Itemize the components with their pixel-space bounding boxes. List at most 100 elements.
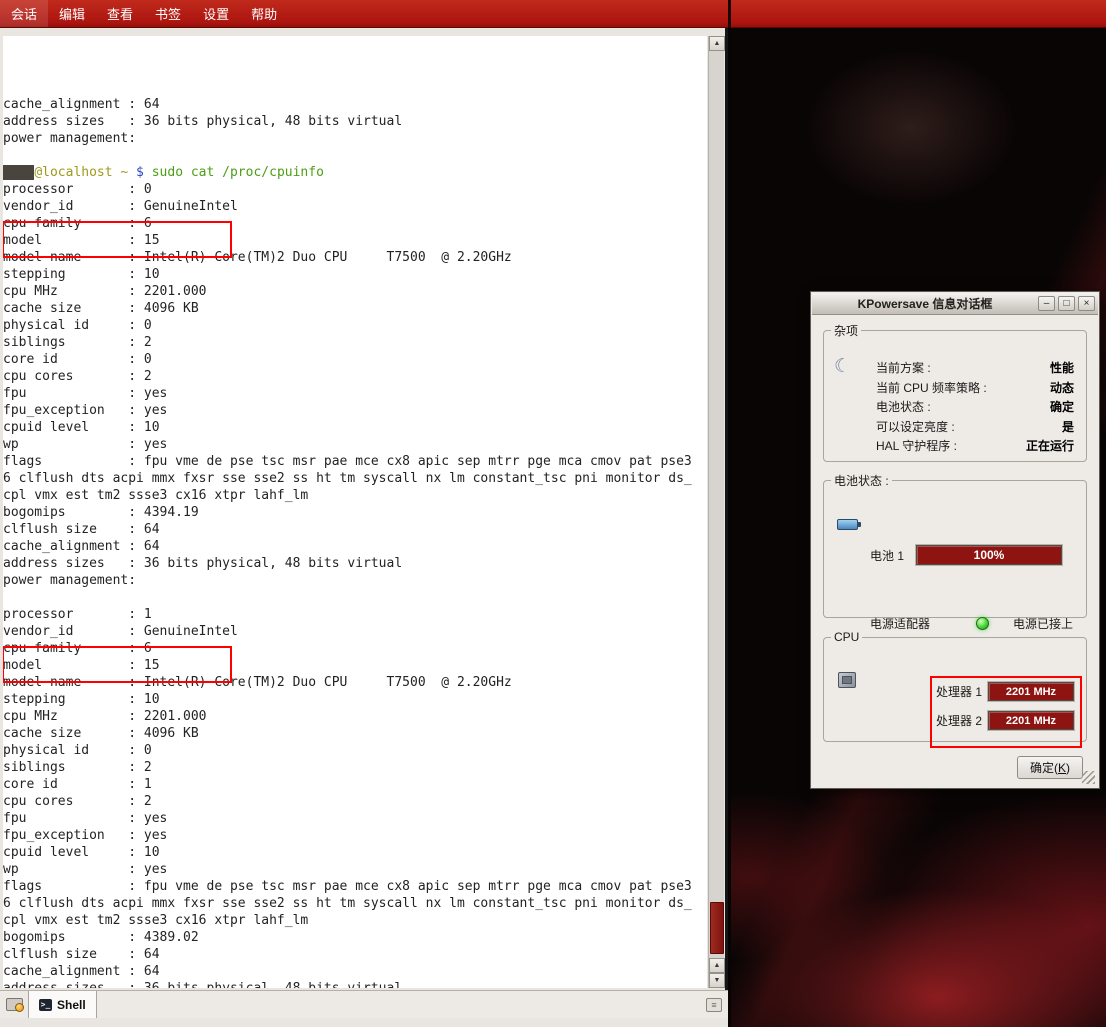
terminal-line: address sizes : 36 bits physical, 48 bit…: [3, 980, 707, 988]
dialog-titlebar[interactable]: KPowersave 信息对话框 – □ ×: [812, 293, 1098, 315]
terminal-line: cache size : 4096 KB: [3, 725, 707, 742]
tab-shell-label: Shell: [57, 998, 86, 1012]
session-list-icon: ≡: [706, 998, 722, 1012]
new-session-icon: [6, 998, 23, 1011]
misc-group: 杂项 ☾ 当前方案 :性能当前 CPU 频率策略 :动态电池状态 :确定可以设定…: [823, 322, 1087, 462]
terminal-line: cache_alignment : 64: [3, 538, 707, 555]
terminal-line: bogomips : 4394.19: [3, 504, 707, 521]
terminal-line: fpu_exception : yes: [3, 402, 707, 419]
terminal-line: flags : fpu vme de pse tsc msr pae mce c…: [3, 878, 707, 895]
scrollbar-thumb[interactable]: [710, 902, 724, 954]
terminal-output[interactable]: cache_alignment : 64address sizes : 36 b…: [3, 36, 707, 988]
scroll-down-button[interactable]: ▼: [709, 973, 725, 988]
battery-label: 电池 1: [870, 547, 916, 564]
terminal-line: vendor_id : GenuineIntel: [3, 623, 707, 640]
terminal-line: processor : 0: [3, 181, 707, 198]
menu-bar: 会话编辑查看书签设置帮助: [0, 0, 1106, 28]
terminal-line: cpl vmx est tm2 ssse3 cx16 xtpr lahf_lm: [3, 912, 707, 929]
info-row: 当前方案 :性能: [876, 359, 1074, 379]
cpu-group-label: CPU: [831, 630, 862, 644]
menu-item-编辑[interactable]: 编辑: [48, 0, 96, 27]
ok-button[interactable]: 确定(K): [1017, 756, 1083, 779]
terminal-line: clflush size : 64: [3, 946, 707, 963]
terminal-line: clflush size : 64: [3, 521, 707, 538]
cpu-frequency-bar: 2201 MHz: [988, 711, 1074, 730]
terminal-line: cpu family : 6: [3, 640, 707, 657]
terminal-line: core id : 1: [3, 776, 707, 793]
terminal-line: model : 15: [3, 657, 707, 674]
terminal-line: cpu family : 6: [3, 215, 707, 232]
battery-icon: [837, 519, 858, 530]
shell-terminal-icon: >_: [39, 999, 52, 1011]
menu-item-设置[interactable]: 设置: [192, 0, 240, 27]
terminal-line: power management:: [3, 130, 707, 147]
dialog-body: 杂项 ☾ 当前方案 :性能当前 CPU 频率策略 :动态电池状态 :确定可以设定…: [813, 316, 1097, 786]
misc-group-label: 杂项: [831, 322, 861, 339]
terminal-line: cpuid level : 10: [3, 844, 707, 861]
menu-item-帮助[interactable]: 帮助: [240, 0, 288, 27]
cpu-chip-icon: [838, 672, 856, 688]
terminal-window: cache_alignment : 64address sizes : 36 b…: [0, 28, 728, 1027]
terminal-line: address sizes : 36 bits physical, 48 bit…: [3, 113, 707, 130]
info-row: 电池状态 :确定: [876, 398, 1074, 418]
terminal-line: core id : 0: [3, 351, 707, 368]
terminal-line: cache_alignment : 64: [3, 96, 707, 113]
terminal-line: fpu : yes: [3, 385, 707, 402]
new-session-button[interactable]: [0, 991, 28, 1018]
terminal-line: fpu : yes: [3, 810, 707, 827]
terminal-line: 6 clflush dts acpi mmx fxsr sse sse2 ss …: [3, 470, 707, 487]
terminal-line: vendor_id : GenuineIntel: [3, 198, 707, 215]
terminal-line: bogomips : 4389.02: [3, 929, 707, 946]
terminal-line: cpu MHz : 2201.000: [3, 283, 707, 300]
cpu-frequency-bar: 2201 MHz: [988, 682, 1074, 701]
terminal-scrollbar[interactable]: ▲ ▲ ▼: [708, 36, 724, 988]
minimize-button[interactable]: –: [1038, 296, 1055, 311]
info-row: 可以设定亮度 :是: [876, 418, 1074, 438]
terminal-line: cpuid level : 10: [3, 419, 707, 436]
menu-item-书签[interactable]: 书签: [144, 0, 192, 27]
terminal-line: siblings : 2: [3, 334, 707, 351]
misc-rows: 当前方案 :性能当前 CPU 频率策略 :动态电池状态 :确定可以设定亮度 :是…: [876, 359, 1074, 457]
terminal-line: 6 clflush dts acpi mmx fxsr sse sse2 ss …: [3, 895, 707, 912]
terminal-line: model : 15: [3, 232, 707, 249]
session-list-button[interactable]: ≡: [700, 991, 728, 1018]
battery-row: 电池 1 100%: [870, 545, 1062, 565]
terminal-line: [3, 589, 707, 606]
terminal-line: address sizes : 36 bits physical, 48 bit…: [3, 555, 707, 572]
menu-item-查看[interactable]: 查看: [96, 0, 144, 27]
cpu-row: 处理器 22201 MHz: [936, 711, 1074, 730]
terminal-line: stepping : 10: [3, 266, 707, 283]
resize-grip[interactable]: [1082, 771, 1095, 784]
cpu-row: 处理器 12201 MHz: [936, 682, 1074, 701]
battery-group: 电池状态 : 电池 1 100% 电源适配器 电源已接上: [823, 472, 1087, 618]
dialog-title: KPowersave 信息对话框: [815, 295, 1035, 312]
power-led-icon: [976, 617, 989, 630]
terminal-line: flags : fpu vme de pse tsc msr pae mce c…: [3, 453, 707, 470]
terminal-line: fpu_exception : yes: [3, 827, 707, 844]
terminal-line: model name : Intel(R) Core(TM)2 Duo CPU …: [3, 249, 707, 266]
tab-bar: >_ Shell ≡: [0, 990, 728, 1018]
info-row: 当前 CPU 频率策略 :动态: [876, 379, 1074, 399]
kpowersave-sleep-icon: ☾: [834, 355, 851, 378]
maximize-button[interactable]: □: [1058, 296, 1075, 311]
terminal-line: physical id : 0: [3, 742, 707, 759]
terminal-line: @localhost ~ $ sudo cat /proc/cpuinfo: [3, 164, 707, 181]
close-button[interactable]: ×: [1078, 296, 1095, 311]
terminal-line: [3, 147, 707, 164]
terminal-line: wp : yes: [3, 436, 707, 453]
scroll-up-button-bottom[interactable]: ▲: [709, 958, 725, 973]
cpu-rows: 处理器 12201 MHz 处理器 22201 MHz: [936, 682, 1074, 730]
terminal-line: model name : Intel(R) Core(TM)2 Duo CPU …: [3, 674, 707, 691]
terminal-line: stepping : 10: [3, 691, 707, 708]
battery-group-label: 电池状态 :: [831, 472, 892, 489]
terminal-line: wp : yes: [3, 861, 707, 878]
terminal-line: cache size : 4096 KB: [3, 300, 707, 317]
menu-item-会话[interactable]: 会话: [0, 0, 48, 27]
kpowersave-dialog: KPowersave 信息对话框 – □ × 杂项 ☾ 当前方案 :性能当前 C…: [810, 291, 1100, 789]
terminal-line: cache_alignment : 64: [3, 963, 707, 980]
window-bottom-border: [0, 1018, 728, 1027]
tab-shell[interactable]: >_ Shell: [28, 991, 97, 1018]
window-seam: [728, 0, 731, 28]
scroll-up-button[interactable]: ▲: [709, 36, 725, 51]
terminal-line: cpl vmx est tm2 ssse3 cx16 xtpr lahf_lm: [3, 487, 707, 504]
